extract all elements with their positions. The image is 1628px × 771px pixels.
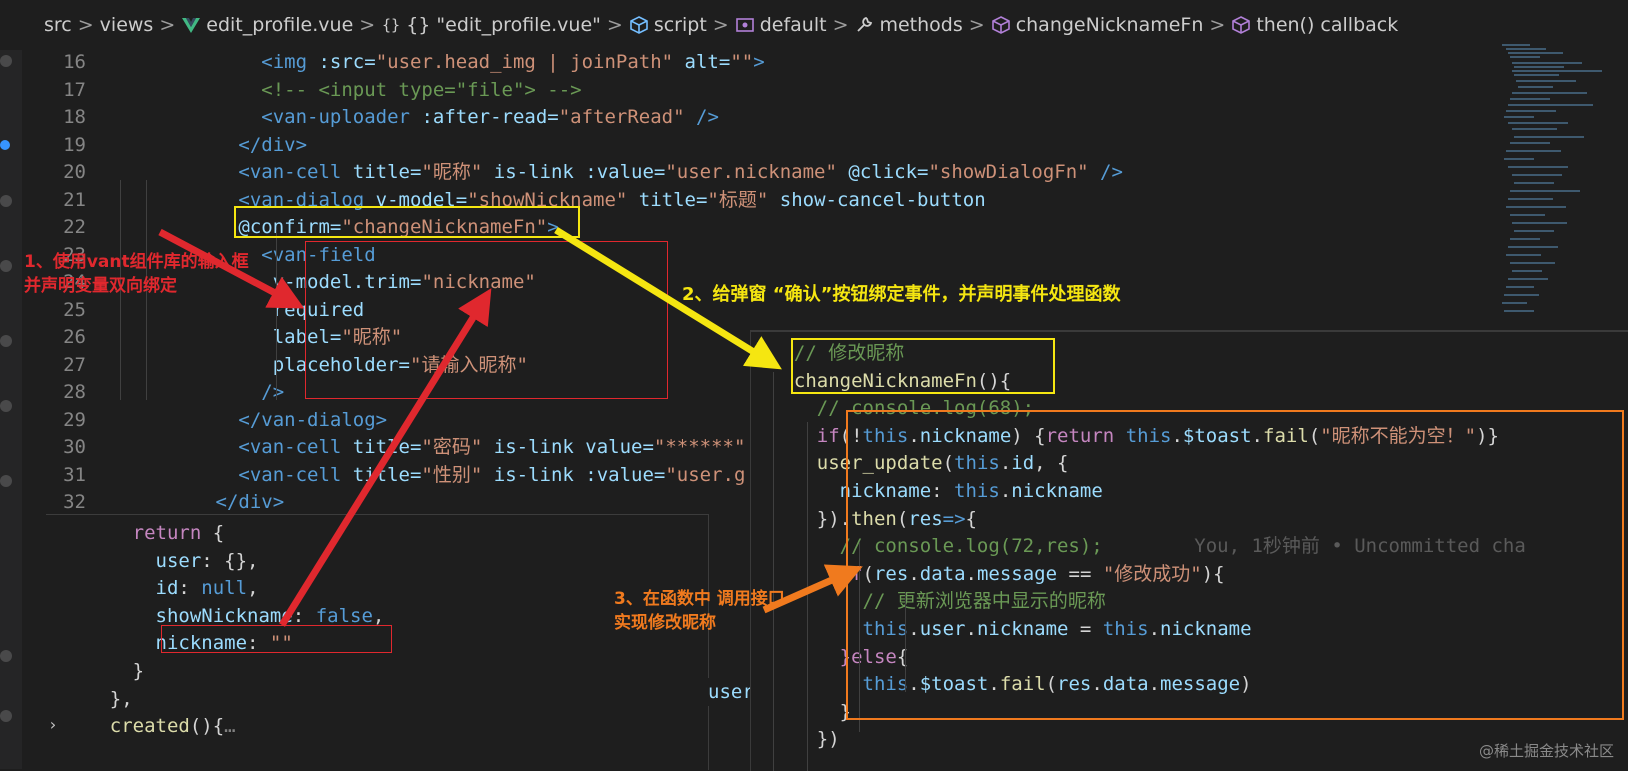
watermark: @稀土掘金技术社区 [1478, 742, 1614, 760]
annotation-arrows [158, 227, 863, 627]
annotation-note-1: 1、使用vant组件库的输入框 并声明变量双向绑定 [24, 252, 249, 296]
annotation-note-3: 3、在函数中 调用接口 实现修改昵称 [614, 589, 785, 633]
annotation-note-2: 2、给弹窗 “确认”按钮绑定事件，并声明事件处理函数 [682, 284, 1121, 305]
arrow-data-to-vmodel [279, 288, 492, 627]
